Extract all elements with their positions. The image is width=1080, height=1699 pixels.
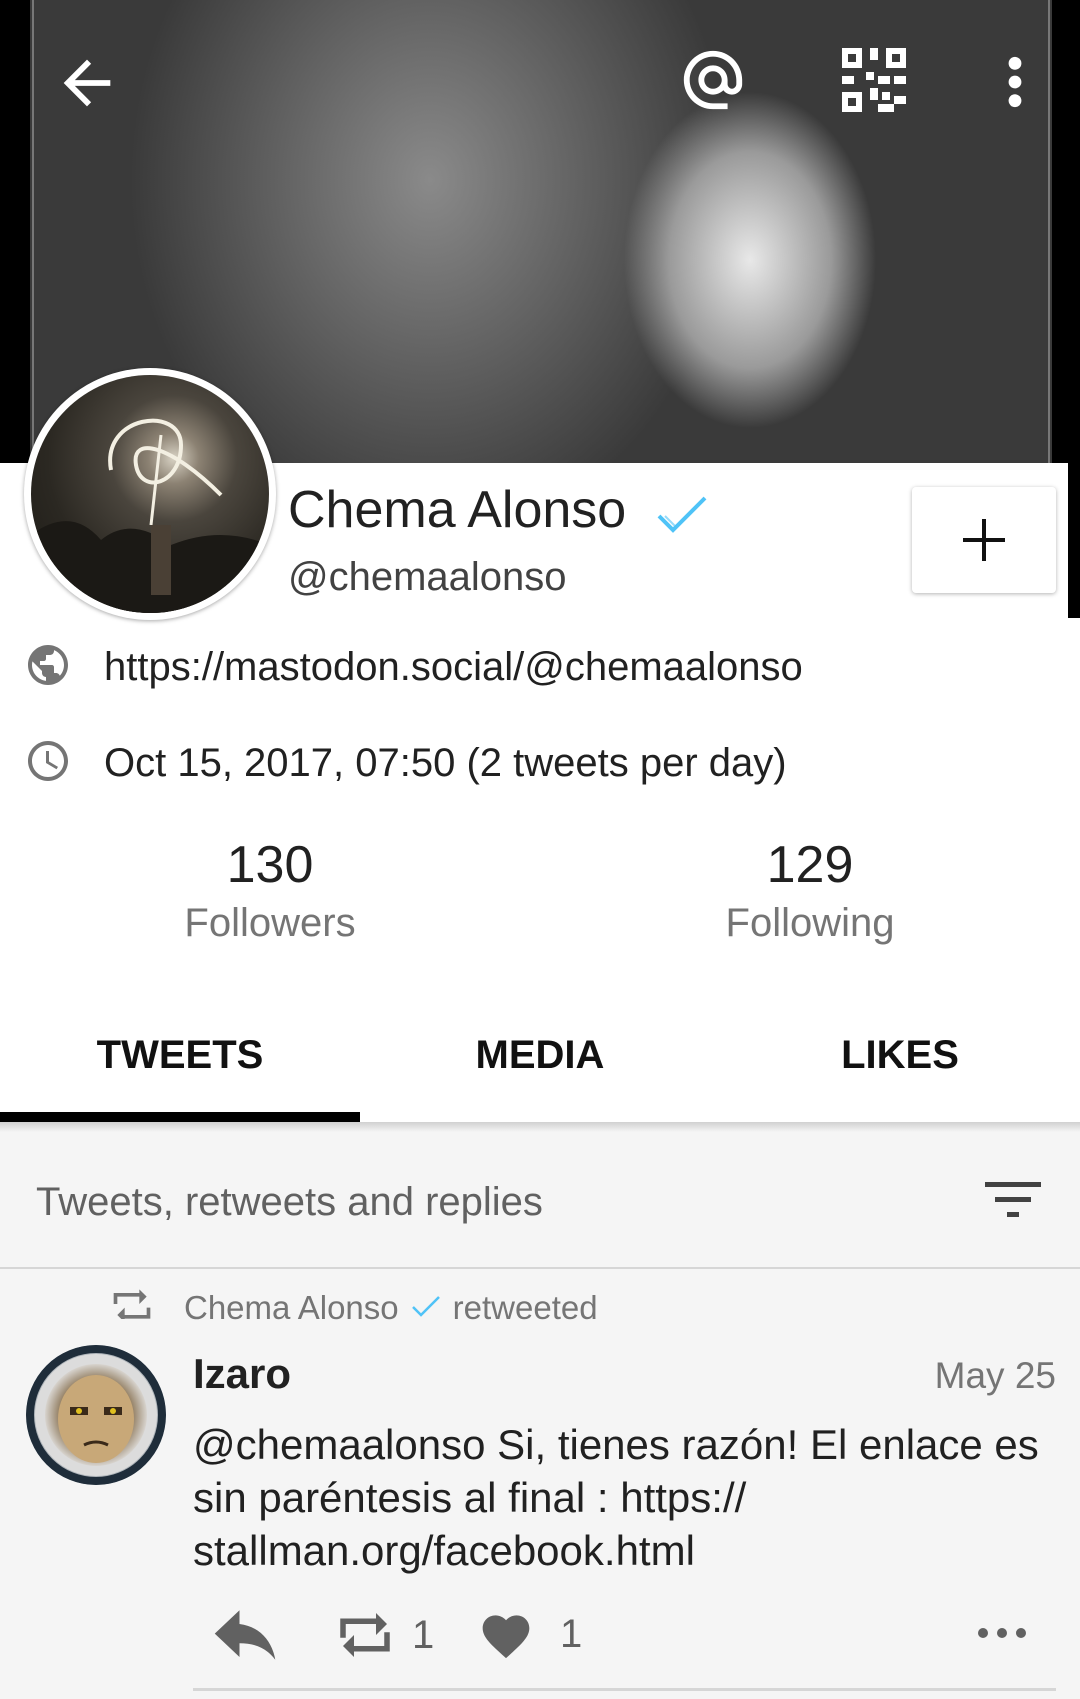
tweet-text: @chemaalonso Si, tienes razón! El enlace… bbox=[193, 1421, 1039, 1574]
more-vertical-icon[interactable] bbox=[992, 50, 1038, 114]
filter-label: Tweets, retweets and replies bbox=[36, 1180, 543, 1224]
retweet-count: 1 bbox=[412, 1612, 435, 1657]
like-count: 1 bbox=[560, 1611, 583, 1656]
following-label: Following bbox=[725, 901, 895, 945]
at-sign-icon[interactable] bbox=[678, 45, 748, 115]
website-link[interactable]: https://mastodon.social/@chemaalonso bbox=[104, 645, 803, 690]
tab-media[interactable]: MEDIA bbox=[360, 1010, 720, 1100]
joined-text: Oct 15, 2017, 07:50 (2 tweets per day) bbox=[104, 740, 787, 785]
follow-button[interactable] bbox=[912, 487, 1056, 593]
followers-stat[interactable]: 130 Followers bbox=[120, 835, 420, 946]
tab-indicator bbox=[0, 1112, 360, 1122]
banner-edge bbox=[1068, 463, 1080, 618]
like-button[interactable]: 1 bbox=[478, 1608, 582, 1660]
reply-icon bbox=[214, 1610, 276, 1660]
verified-icon bbox=[411, 1289, 441, 1327]
followers-count: 130 bbox=[226, 836, 314, 894]
tab-shadow bbox=[0, 1122, 1080, 1132]
retweeted-suffix: retweeted bbox=[452, 1289, 598, 1326]
tweet-author-name[interactable]: Izaro bbox=[193, 1350, 291, 1398]
tweet-divider bbox=[193, 1688, 1056, 1691]
verified-icon bbox=[655, 492, 709, 541]
more-horizontal-icon[interactable] bbox=[976, 1618, 1028, 1648]
reply-button[interactable] bbox=[212, 1610, 278, 1660]
avatar[interactable] bbox=[31, 375, 269, 613]
plus-icon bbox=[963, 519, 1005, 561]
tab-likes[interactable]: LIKES bbox=[720, 1010, 1080, 1100]
followers-label: Followers bbox=[184, 901, 356, 945]
clock-icon bbox=[24, 737, 72, 790]
qr-code-icon[interactable] bbox=[842, 48, 906, 112]
globe-icon bbox=[24, 641, 72, 694]
divider bbox=[0, 1267, 1080, 1269]
retweet-context: Chema Alonso retweeted bbox=[110, 1288, 598, 1328]
arrow-left-icon[interactable] bbox=[52, 48, 122, 118]
tweet-author-avatar[interactable] bbox=[26, 1345, 166, 1485]
following-count: 129 bbox=[766, 836, 854, 894]
following-stat[interactable]: 129 Following bbox=[660, 835, 960, 946]
retweet-icon bbox=[110, 1289, 154, 1327]
retweeted-by-name[interactable]: Chema Alonso bbox=[184, 1289, 399, 1327]
retweet-icon bbox=[340, 1613, 390, 1657]
heart-icon bbox=[482, 1615, 530, 1659]
tweet-date: May 25 bbox=[934, 1355, 1056, 1396]
website-row[interactable]: https://mastodon.social/@chemaalonso bbox=[24, 637, 803, 697]
profile-handle: @chemaalonso bbox=[288, 555, 567, 599]
joined-row: Oct 15, 2017, 07:50 (2 tweets per day) bbox=[24, 733, 787, 793]
profile-name: Chema Alonso bbox=[288, 481, 627, 539]
tab-tweets[interactable]: TWEETS bbox=[0, 1010, 360, 1100]
filter-icon[interactable] bbox=[985, 1180, 1041, 1225]
retweet-button[interactable]: 1 bbox=[332, 1610, 434, 1660]
